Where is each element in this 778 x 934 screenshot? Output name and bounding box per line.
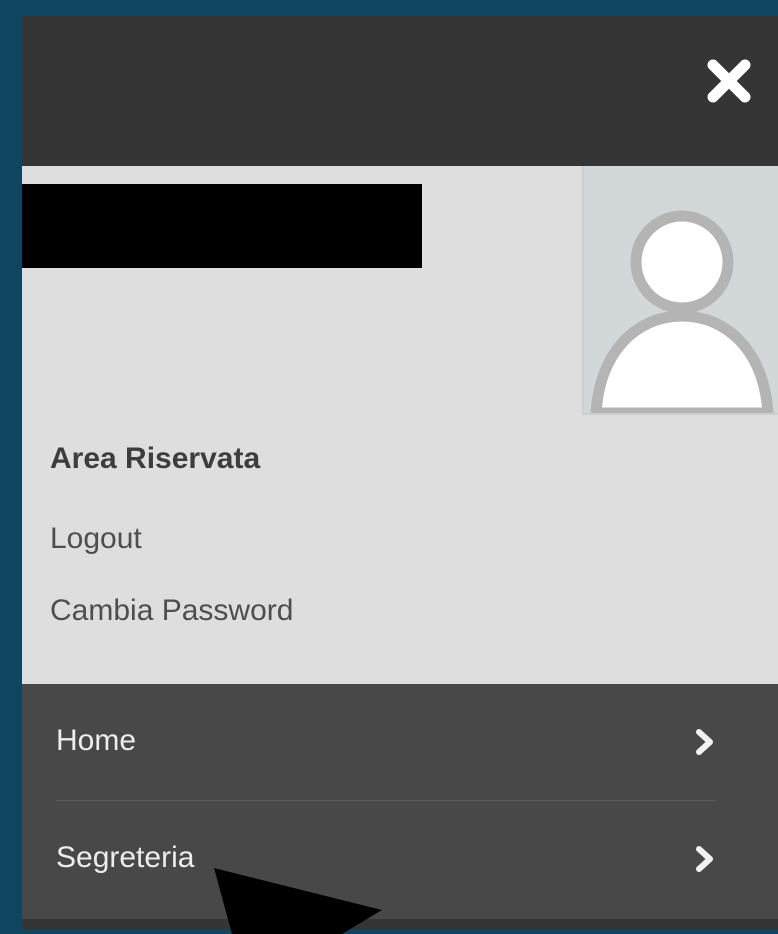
- logout-link[interactable]: Logout: [50, 522, 142, 556]
- user-avatar-icon: [590, 210, 774, 413]
- user-avatar: [582, 166, 778, 415]
- app-frame: Area Riservata Logout Cambia Password Ho…: [0, 0, 778, 934]
- side-menu-panel: Area Riservata Logout Cambia Password Ho…: [22, 16, 778, 929]
- reserved-area-title: Area Riservata: [50, 442, 261, 475]
- chevron-right-icon: [696, 729, 713, 755]
- menu-item-home[interactable]: Home: [56, 684, 716, 801]
- menu-item-segreteria[interactable]: Segreteria: [56, 801, 716, 917]
- menu-bottom-strip: [22, 919, 778, 929]
- navigation-menu: Home Segreteria: [22, 684, 778, 929]
- close-button[interactable]: [702, 54, 756, 108]
- menu-header: [22, 16, 778, 166]
- close-icon: [707, 59, 751, 103]
- user-profile-section: Area Riservata Logout Cambia Password: [22, 166, 778, 684]
- redacted-user-name: [22, 184, 422, 268]
- chevron-right-icon: [696, 846, 713, 872]
- mouse-cursor-icon: [214, 868, 382, 934]
- menu-item-label: Segreteria: [56, 841, 195, 874]
- menu-item-label: Home: [56, 724, 137, 757]
- change-password-link[interactable]: Cambia Password: [50, 594, 293, 628]
